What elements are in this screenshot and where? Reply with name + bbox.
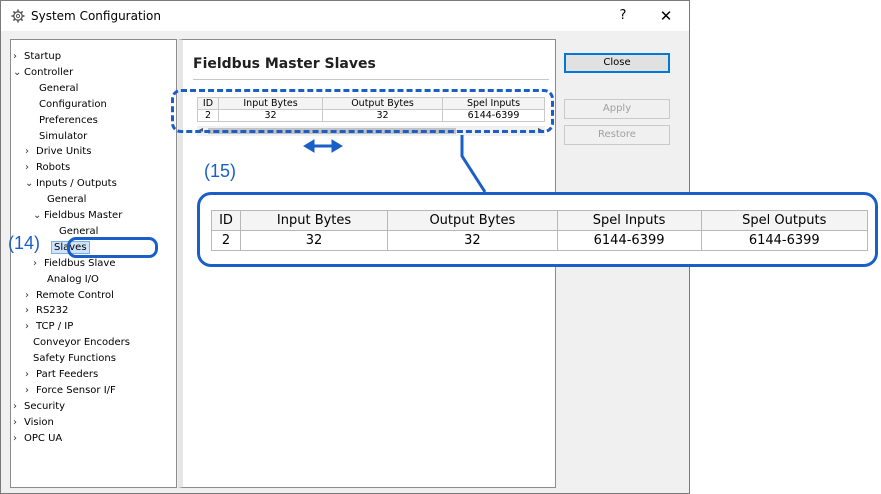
chevron-right-icon[interactable]: ›: [33, 257, 44, 271]
tree-item[interactable]: › Vision: [13, 416, 54, 430]
zoomed-slaves-table: ID Input Bytes Output Bytes Spel Inputs …: [210, 210, 869, 251]
chevron-right-icon[interactable]: ›: [25, 320, 36, 334]
tree-item[interactable]: › Security: [13, 400, 65, 414]
tree-item[interactable]: ⌄ Inputs / Outputs: [25, 177, 117, 191]
tree-item-label: Startup: [24, 51, 62, 62]
tree-item-label: RS232: [36, 305, 69, 317]
table-cell: 2: [210, 230, 242, 251]
chevron-right-icon[interactable]: ›: [13, 416, 24, 430]
chevron-right-icon[interactable]: ›: [13, 432, 24, 446]
help-button[interactable]: ?: [608, 5, 638, 27]
tree-item[interactable]: Safety Functions: [33, 352, 116, 366]
title-divider: [193, 79, 549, 80]
callout-label-14: (14): [8, 233, 41, 253]
close-button[interactable]: Close: [564, 53, 670, 73]
chevron-right-icon[interactable]: ›: [13, 50, 24, 64]
restore-button[interactable]: Restore: [564, 125, 670, 145]
table-cell: 32: [387, 230, 558, 251]
tree-item[interactable]: › Robots: [25, 161, 70, 175]
tree-item[interactable]: › Fieldbus Slave: [33, 257, 115, 271]
chevron-down-icon[interactable]: ⌄: [25, 177, 36, 191]
tree-item-label: Remote Control: [36, 289, 114, 301]
table-cell: 6144-6399: [700, 230, 869, 251]
tree-item[interactable]: › Part Feeders: [25, 368, 98, 382]
chevron-right-icon[interactable]: ›: [25, 161, 36, 175]
tree-item-label: Safety Functions: [33, 353, 116, 365]
slaves-highlight-outline: [67, 237, 158, 258]
tree-item-label: Conveyor Encoders: [33, 337, 130, 349]
chevron-right-icon[interactable]: ›: [25, 289, 36, 303]
navigation-tree[interactable]: › Startup ⌄ Controller General Configuration P…: [10, 39, 177, 488]
tree-item-label: Part Feeders: [36, 369, 99, 380]
close-window-button[interactable]: ✕: [651, 5, 681, 27]
gear-icon: [11, 9, 25, 23]
tree-item-label: Inputs / Outputs: [36, 178, 117, 190]
tree-item-label: Preferences: [39, 114, 98, 126]
zoom-header-id: ID: [210, 210, 242, 231]
chevron-right-icon[interactable]: ›: [25, 145, 36, 159]
tree-item[interactable]: ⌄ Fieldbus Master: [33, 209, 122, 223]
tree-item-label: Vision: [24, 416, 54, 428]
chevron-right-icon[interactable]: ›: [25, 304, 36, 318]
apply-button[interactable]: Apply: [564, 99, 670, 119]
tree-item-label: Force Sensor I/F: [36, 384, 116, 396]
chevron-down-icon[interactable]: ⌄: [13, 66, 24, 80]
page-title: Fieldbus Master Slaves: [193, 56, 376, 72]
tree-item[interactable]: › RS232: [25, 304, 68, 318]
tree-item-label: Analog I/O: [47, 273, 99, 285]
table-row: 2 32 32 6144-6399 6144-6399: [210, 230, 869, 251]
tree-item[interactable]: Simulator: [39, 130, 87, 144]
callout-label-15: (15): [204, 161, 237, 181]
tree-item[interactable]: General: [47, 193, 86, 207]
zoom-header-spel-outputs: Spel Outputs: [700, 210, 869, 231]
tree-item-label: Simulator: [39, 130, 88, 142]
tree-item[interactable]: › TCP / IP: [25, 320, 73, 334]
tree-item-label: General: [47, 194, 87, 206]
zoom-header-output-bytes: Output Bytes: [387, 210, 558, 231]
table-cell: 32: [240, 230, 389, 251]
chevron-right-icon[interactable]: ›: [25, 368, 36, 382]
tree-item-label: OPC UA: [24, 432, 63, 444]
zoom-header-spel-inputs: Spel Inputs: [556, 210, 702, 231]
window-title: System Configuration: [31, 9, 161, 23]
chevron-right-icon[interactable]: ›: [13, 400, 24, 414]
tree-item-label: Drive Units: [36, 146, 92, 158]
tree-item-label: Security: [24, 400, 66, 412]
table-cell: 6144-6399: [556, 230, 702, 251]
chevron-right-icon[interactable]: ›: [25, 384, 36, 398]
zoomed-table-callout: ID Input Bytes Output Bytes Spel Inputs …: [197, 192, 878, 267]
tree-item[interactable]: Analog I/O: [47, 273, 99, 287]
tree-item[interactable]: › Startup: [13, 50, 61, 64]
tree-item-label: General: [59, 225, 99, 237]
tree-item[interactable]: › OPC UA: [13, 432, 62, 446]
tree-item-label: Fieldbus Slave: [44, 257, 116, 269]
tree-item[interactable]: Configuration: [39, 98, 107, 112]
tree-item-label: Robots: [36, 162, 71, 174]
chevron-down-icon[interactable]: ⌄: [33, 209, 44, 223]
tree-item[interactable]: Preferences: [39, 114, 98, 128]
tree-item[interactable]: › Force Sensor I/F: [25, 384, 116, 398]
tree-item[interactable]: › Remote Control: [25, 289, 114, 303]
tree-item[interactable]: › Drive Units: [25, 145, 91, 159]
tree-item[interactable]: Conveyor Encoders: [33, 336, 130, 350]
zoom-header-input-bytes: Input Bytes: [240, 210, 389, 231]
title-bar: System Configuration ? ✕: [1, 1, 689, 31]
tree-item[interactable]: ⌄ Controller: [13, 66, 73, 80]
table-highlight-outline: [171, 89, 554, 133]
tree-item-label: Configuration: [39, 98, 107, 110]
tree-item-label: General: [39, 82, 79, 94]
tree-item-label: Controller: [24, 66, 74, 78]
tree-item-label: TCP / IP: [36, 321, 74, 333]
tree-item[interactable]: General: [39, 82, 78, 96]
tree-item-label: Fieldbus Master: [44, 210, 123, 221]
